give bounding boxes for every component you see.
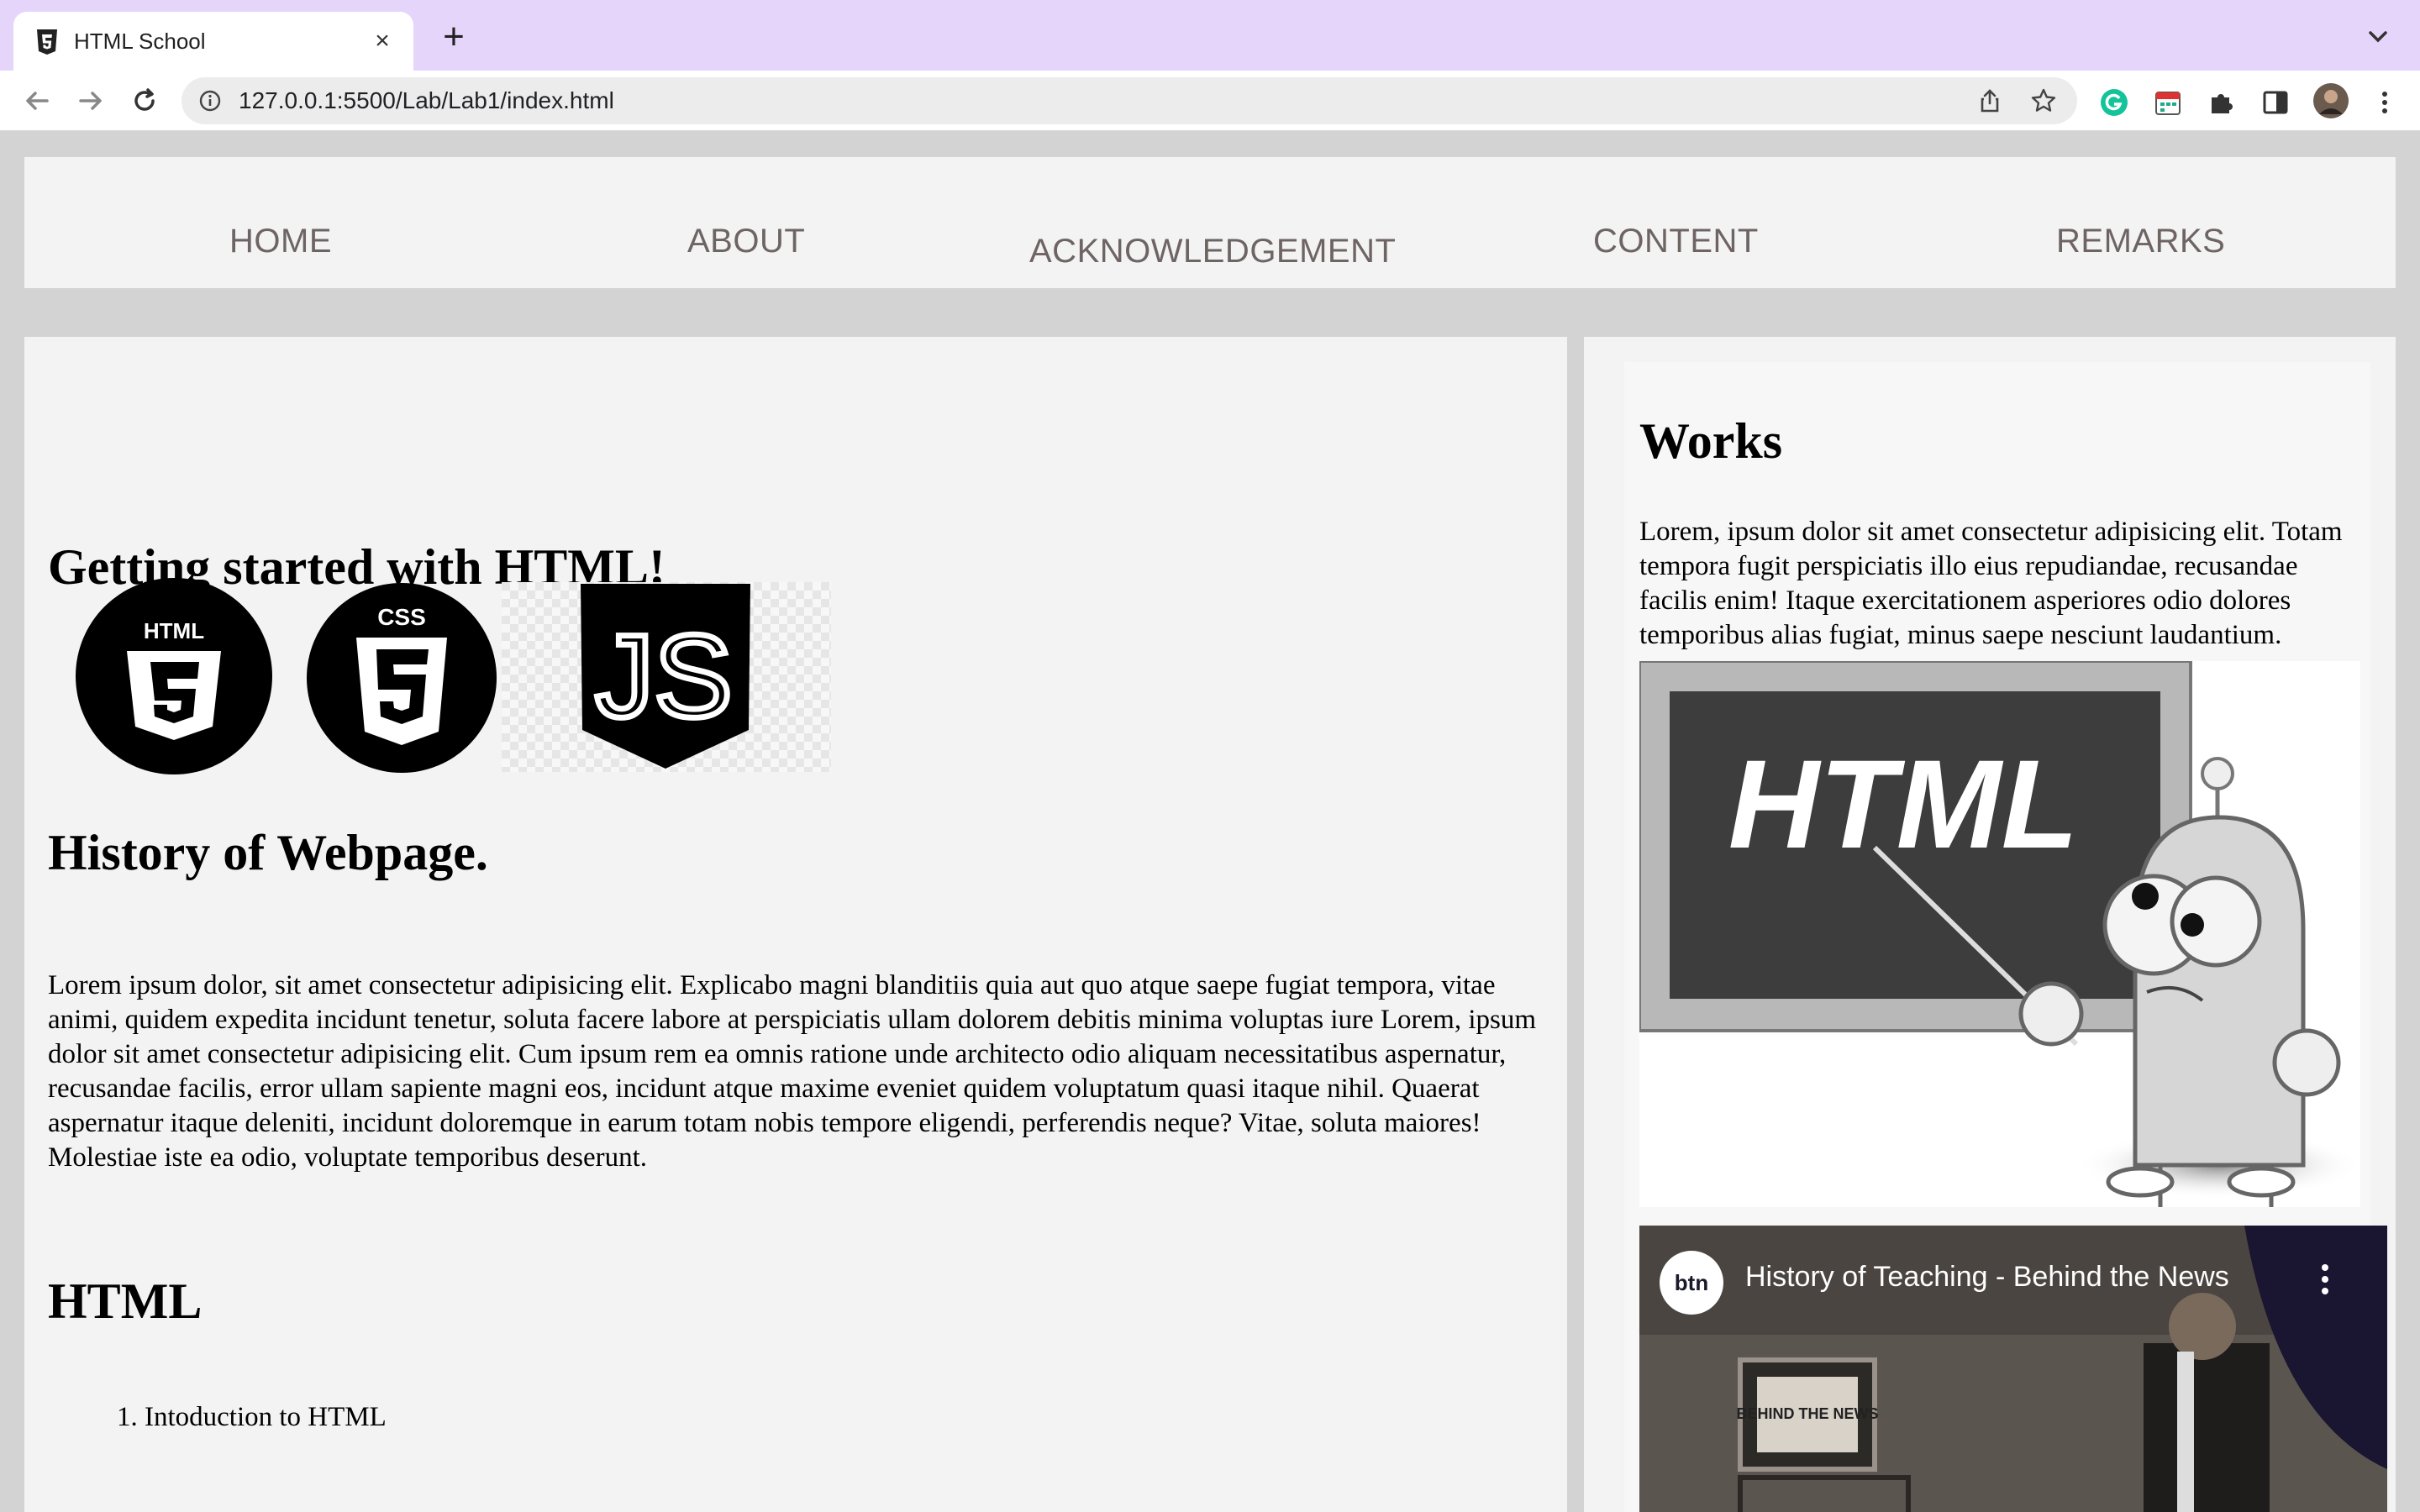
video-title[interactable]: History of Teaching - Behind the News bbox=[1745, 1261, 2229, 1294]
url-text: 127.0.0.1:5500/Lab/Lab1/index.html bbox=[239, 87, 614, 113]
video-sign-text: BEHIND THE NEWS bbox=[1736, 1405, 1878, 1422]
css3-logo: CSS bbox=[307, 583, 497, 773]
calendar-extension-icon[interactable] bbox=[2153, 87, 2183, 118]
html5-favicon-icon bbox=[37, 29, 57, 55]
topic-list: 1. Intoduction to HTML bbox=[117, 1400, 387, 1435]
profile-avatar[interactable] bbox=[2312, 82, 2349, 119]
bookmark-star-icon[interactable] bbox=[2030, 87, 2057, 114]
chalkboard-text: HTML bbox=[1728, 733, 2079, 874]
side-panel-icon[interactable] bbox=[2260, 87, 2291, 118]
tab-close-icon[interactable]: × bbox=[368, 27, 397, 55]
channel-avatar-label: btn bbox=[1675, 1270, 1708, 1295]
nav-link-remarks[interactable]: REMARKS bbox=[2056, 223, 2225, 260]
html5-logo-label: HTML bbox=[144, 618, 204, 643]
tab-title: HTML School bbox=[74, 29, 206, 54]
embedded-video[interactable]: BEHIND THE NEWS btn History of Teaching … bbox=[1639, 1226, 2387, 1512]
history-heading: History of Webpage. bbox=[48, 825, 488, 880]
extensions-puzzle-icon[interactable] bbox=[2207, 87, 2237, 118]
site-info-icon[interactable] bbox=[198, 89, 222, 113]
browser-tab-strip: HTML School × + bbox=[0, 0, 2420, 71]
video-more-options-icon[interactable] bbox=[2318, 1263, 2332, 1296]
javascript-logo: JS bbox=[502, 582, 831, 772]
javascript-logo-label: JS bbox=[595, 610, 732, 742]
top-navigation: HOME ABOUT ACKNOWLEDGEMENT CONTENT REMAR… bbox=[24, 157, 2396, 288]
reload-icon[interactable] bbox=[126, 82, 163, 119]
works-heading: Works bbox=[1639, 413, 1783, 469]
nav-link-home[interactable]: HOME bbox=[229, 223, 332, 260]
nav-link-acknowledgement[interactable]: ACKNOWLEDGEMENT bbox=[1029, 233, 1396, 270]
page-viewport: HOME ABOUT ACKNOWLEDGEMENT CONTENT REMAR… bbox=[0, 132, 2420, 1512]
main-content: Getting started with HTML! HTML CSS JS H… bbox=[24, 337, 1567, 1512]
grammarly-extension-icon[interactable] bbox=[2099, 87, 2129, 118]
share-icon[interactable] bbox=[1976, 87, 2003, 114]
robot-teaching-image: HTML bbox=[1638, 659, 2362, 1215]
nav-link-about[interactable]: ABOUT bbox=[687, 223, 805, 260]
html-heading: HTML bbox=[48, 1273, 203, 1329]
html-robot-illustration: HTML bbox=[1638, 659, 2362, 1215]
list-item-text: Intoduction to HTML bbox=[145, 1402, 387, 1432]
list-item: 1. Intoduction to HTML bbox=[117, 1400, 387, 1435]
sidebar: Works Lorem, ipsum dolor sit amet consec… bbox=[1584, 337, 2396, 1512]
channel-avatar[interactable]: btn bbox=[1658, 1249, 1725, 1316]
browser-tab[interactable]: HTML School × bbox=[13, 12, 413, 71]
works-paragraph: Lorem, ipsum dolor sit amet consectetur … bbox=[1639, 517, 2343, 650]
html5-logo: HTML bbox=[76, 578, 272, 774]
works-panel: Works Lorem, ipsum dolor sit amet consec… bbox=[1624, 362, 2387, 1512]
list-item-number: 1. bbox=[117, 1402, 138, 1432]
address-bar[interactable]: 127.0.0.1:5500/Lab/Lab1/index.html bbox=[182, 77, 2077, 124]
forward-arrow-icon[interactable] bbox=[72, 82, 109, 119]
browser-toolbar: 127.0.0.1:5500/Lab/Lab1/index.html bbox=[0, 71, 2420, 131]
new-tab-icon[interactable]: + bbox=[437, 18, 471, 55]
back-arrow-icon[interactable] bbox=[18, 82, 55, 119]
css3-logo-label: CSS bbox=[377, 604, 426, 630]
history-paragraph: Lorem ipsum dolor, sit amet consectetur … bbox=[48, 970, 1537, 1173]
browser-menu-icon[interactable] bbox=[2370, 87, 2400, 118]
chevron-down-icon[interactable] bbox=[2363, 22, 2393, 52]
nav-link-content[interactable]: CONTENT bbox=[1593, 223, 1759, 260]
